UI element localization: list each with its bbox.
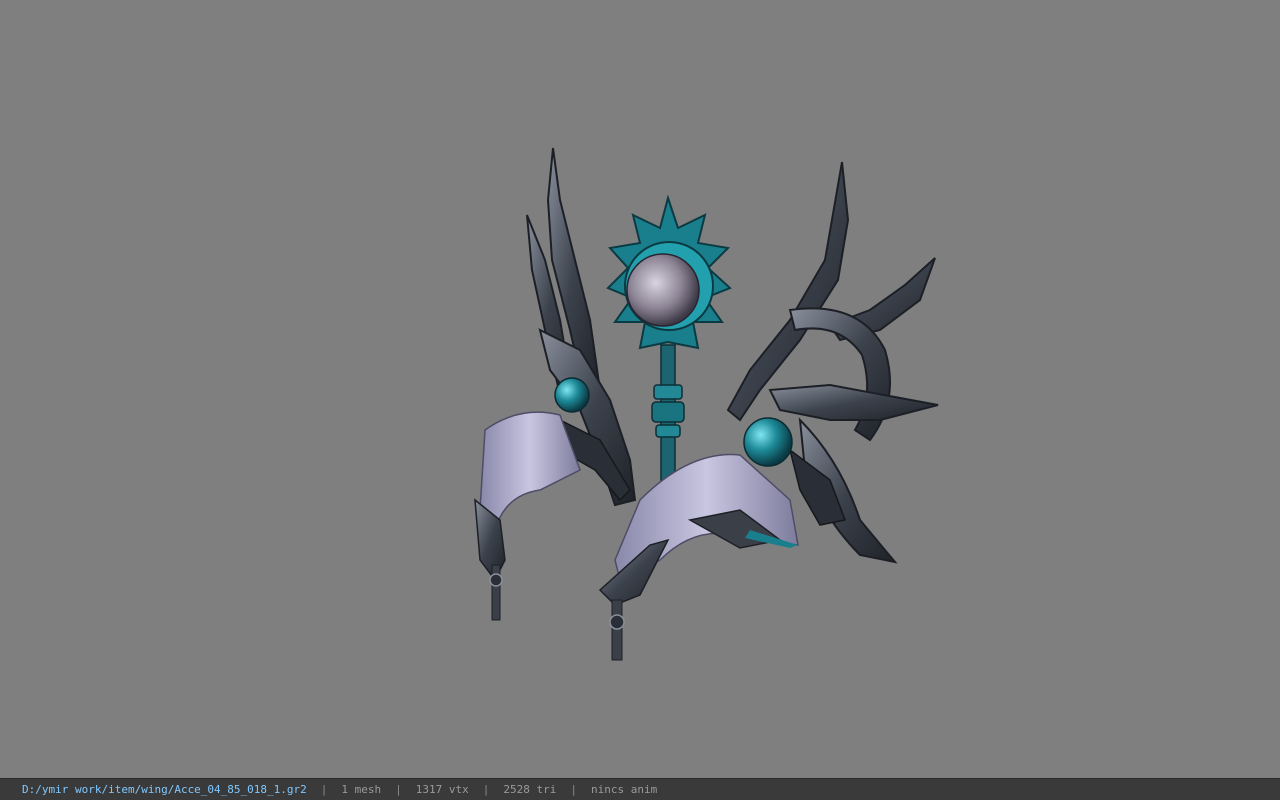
triangle-count-label: 2528 tri <box>503 783 557 796</box>
model-render <box>474 147 939 661</box>
left-scale-band <box>474 411 581 621</box>
vertex-count-label: 1317 vtx <box>415 783 469 796</box>
separator: | <box>482 783 490 796</box>
left-teal-gem <box>554 377 590 413</box>
right-teal-gem <box>743 417 793 467</box>
separator: | <box>395 783 402 796</box>
mesh-count-label: 1 mesh <box>341 783 382 796</box>
file-path-label: D:/ymir work/item/wing/Acce_04_85_018_1.… <box>22 783 307 796</box>
sun-emblem <box>606 194 732 350</box>
3d-viewport[interactable] <box>0 0 1280 778</box>
anim-status-label: nincs anim <box>591 783 658 796</box>
separator: | <box>320 783 328 796</box>
separator: | <box>570 783 577 796</box>
status-bar: D:/ymir work/item/wing/Acce_04_85_018_1.… <box>0 778 1280 800</box>
